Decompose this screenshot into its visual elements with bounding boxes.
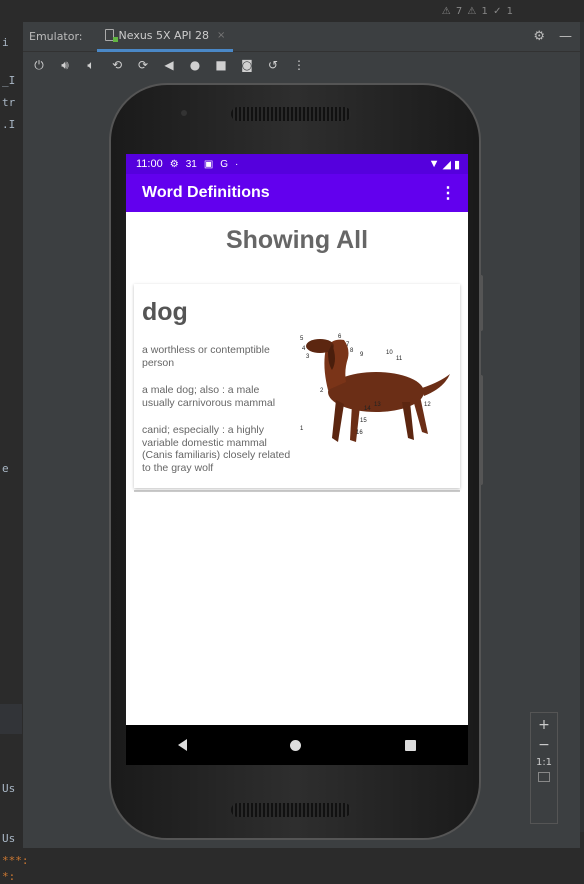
volume-down-icon[interactable]: 🔈︎ bbox=[85, 58, 97, 73]
system-nav-bar bbox=[126, 725, 468, 765]
settings-status-icon: ⚙ bbox=[169, 158, 179, 170]
wifi-icon: ▼ bbox=[428, 158, 440, 170]
image-status-icon: ▣ bbox=[203, 158, 214, 170]
battery-icon: ▮ bbox=[453, 158, 460, 171]
label-4: 4 bbox=[302, 346, 306, 352]
definition-item: a worthless or contemptible person bbox=[142, 344, 270, 369]
label-2: 2 bbox=[320, 388, 324, 394]
emulator-toolbar: ⏻ 🔊︎ 🔈︎ ⟲ ⟳ ◀ ● ■ ◙ ↺ ⋮ bbox=[23, 52, 580, 78]
power-side-button[interactable] bbox=[479, 275, 483, 331]
nav-home-button[interactable] bbox=[290, 739, 302, 751]
label-15: 15 bbox=[360, 418, 367, 424]
app-bar: Word Definitions ⋮ bbox=[126, 174, 468, 212]
label-10: 10 bbox=[386, 350, 393, 356]
page-title: Showing All bbox=[225, 226, 369, 254]
close-tab-icon[interactable]: × bbox=[217, 30, 225, 41]
volume-side-button[interactable] bbox=[479, 375, 483, 485]
google-status-icon: G bbox=[220, 158, 229, 170]
label-14: 14 bbox=[364, 406, 371, 412]
device-icon bbox=[104, 29, 118, 42]
overflow-menu-icon[interactable]: ⋮ bbox=[440, 183, 456, 203]
definition-item: canid; especially : a highly variable do… bbox=[142, 424, 291, 474]
home-icon[interactable]: ● bbox=[189, 58, 201, 72]
device-tab-label: Nexus 5X API 28 bbox=[118, 28, 209, 42]
front-camera bbox=[181, 110, 187, 116]
definition-list: a worthless or contemptible person a mal… bbox=[142, 344, 292, 489]
dot-status-icon: · bbox=[235, 158, 239, 170]
emulator-label: Emulator: bbox=[29, 30, 83, 43]
volume-up-icon[interactable]: 🔊︎ bbox=[59, 58, 71, 73]
label-11: 11 bbox=[396, 356, 403, 362]
tab-nexus-5x[interactable]: Nexus 5X API 28 × bbox=[96, 22, 234, 52]
zoom-fit-icon[interactable] bbox=[538, 772, 550, 782]
word-title: dog bbox=[142, 298, 188, 326]
label-9: 9 bbox=[360, 352, 364, 358]
zoom-actual-size-button[interactable]: 1:1 bbox=[536, 757, 552, 768]
label-3: 3 bbox=[306, 354, 310, 360]
label-5: 5 bbox=[300, 336, 304, 342]
signal-icon: ◢ bbox=[442, 158, 451, 171]
editor-code-bottom: ***: *: bbox=[0, 848, 584, 884]
calendar-status-icon: 31 bbox=[185, 158, 197, 170]
status-bar: 11:00 ⚙ 31 ▣ G · ▼ ◢ ▮ bbox=[126, 154, 468, 174]
zoom-out-button[interactable]: − bbox=[538, 737, 550, 753]
gear-icon[interactable]: ⚙ bbox=[533, 29, 545, 44]
phone-screen: 11:00 ⚙ 31 ▣ G · ▼ ◢ ▮ Word Definitions … bbox=[126, 154, 468, 765]
label-6: 6 bbox=[338, 334, 342, 340]
minimize-icon[interactable]: — bbox=[559, 29, 572, 44]
app-title: Word Definitions bbox=[142, 184, 270, 201]
label-12: 12 bbox=[424, 402, 431, 408]
label-8: 8 bbox=[350, 348, 354, 354]
rotate-right-icon[interactable]: ⟳ bbox=[137, 58, 149, 72]
snapshot-icon[interactable]: ↺ bbox=[267, 58, 279, 72]
nav-overview-button[interactable] bbox=[405, 739, 417, 751]
phone-frame: 11:00 ⚙ 31 ▣ G · ▼ ◢ ▮ Word Definitions … bbox=[109, 83, 483, 840]
definition-card[interactable]: dog a worthless or contemptible person a… bbox=[134, 284, 460, 488]
divider bbox=[134, 490, 460, 492]
overview-icon[interactable]: ■ bbox=[215, 58, 227, 72]
more-icon[interactable]: ⋮ bbox=[293, 58, 305, 72]
label-13: 13 bbox=[374, 402, 381, 408]
bottom-speaker bbox=[231, 803, 351, 817]
zoom-controls: + − 1:1 bbox=[530, 712, 558, 824]
rotate-left-icon[interactable]: ⟲ bbox=[111, 58, 123, 72]
status-time: 11:00 bbox=[136, 158, 163, 170]
ide-top-strip: ⚠ 7 ⚠ 1 ✓ 1 bbox=[0, 0, 584, 22]
power-icon[interactable]: ⏻ bbox=[33, 58, 45, 73]
emulator-tab-bar: Emulator: Nexus 5X API 28 × ⚙ — bbox=[23, 22, 580, 52]
top-speaker bbox=[231, 107, 351, 121]
screenshot-icon[interactable]: ◙ bbox=[241, 58, 253, 72]
dog-illustration: 1 2 3 4 5 6 7 8 9 10 11 12 13 14 15 16 bbox=[300, 334, 450, 442]
zoom-in-button[interactable]: + bbox=[538, 717, 550, 733]
nav-back-button[interactable] bbox=[177, 739, 187, 751]
back-icon[interactable]: ◀ bbox=[163, 58, 175, 72]
definition-item: a male dog; also : a male usually carniv… bbox=[142, 384, 276, 409]
inspection-summary: ⚠ 7 ⚠ 1 ✓ 1 bbox=[441, 6, 514, 17]
editor-gutter: i _I tr .I e Us Us bbox=[0, 22, 22, 884]
label-1: 1 bbox=[300, 426, 304, 432]
label-16: 16 bbox=[356, 430, 363, 436]
